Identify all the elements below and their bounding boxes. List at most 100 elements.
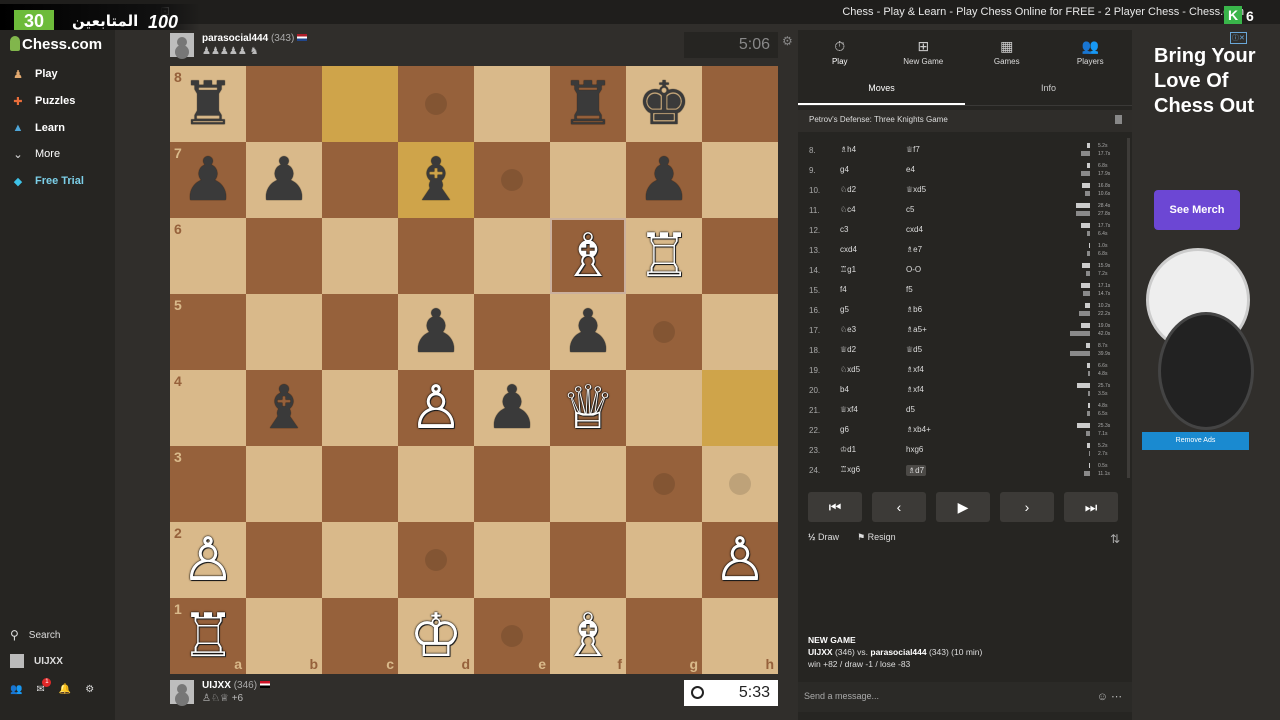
piece-f6[interactable]: ♗	[550, 218, 626, 294]
subtab-moves[interactable]: Moves	[798, 78, 965, 105]
square-b8[interactable]	[246, 66, 322, 142]
black-move[interactable]: ♕f7	[906, 145, 920, 154]
draw-button[interactable]: ½ Draw	[808, 532, 839, 543]
board-settings-icon[interactable]: ⚙	[782, 34, 793, 48]
square-h7[interactable]	[702, 142, 778, 218]
move-hint-dot[interactable]	[653, 321, 675, 343]
white-move[interactable]: g5	[840, 305, 849, 314]
piece-a8[interactable]: ♜	[170, 66, 246, 142]
white-move[interactable]: g4	[840, 165, 849, 174]
black-move[interactable]: ♕d5	[906, 345, 922, 354]
ad-info-icon[interactable]: ⓘ✕	[1230, 32, 1247, 44]
white-move[interactable]: cxd4	[840, 245, 857, 254]
piece-a1[interactable]: ♖	[170, 598, 246, 674]
trash-icon[interactable]	[1115, 115, 1122, 124]
piece-d1[interactable]: ♔	[398, 598, 474, 674]
black-move[interactable]: O-O	[906, 265, 921, 274]
prev-move-button[interactable]: ‹	[872, 492, 926, 522]
black-move[interactable]: ♗xb4+	[906, 425, 931, 434]
chesscom-logo[interactable]: Chess.com	[10, 36, 102, 53]
square-e5[interactable]	[474, 294, 550, 370]
black-move[interactable]: ♗d7	[906, 465, 927, 476]
square-c3[interactable]	[322, 446, 398, 522]
square-b1[interactable]: b	[246, 598, 322, 674]
subtab-info[interactable]: Info	[965, 78, 1132, 105]
piece-f8[interactable]: ♜	[550, 66, 626, 142]
piece-b4[interactable]: ♝	[246, 370, 322, 446]
square-h8[interactable]	[702, 66, 778, 142]
square-c2[interactable]	[322, 522, 398, 598]
sidebar-item-puzzles[interactable]: ✚ Puzzles	[10, 91, 75, 111]
white-move[interactable]: ♖xg6	[840, 465, 860, 474]
settings-gear-icon[interactable]: ⚙	[85, 684, 94, 695]
black-move[interactable]: d5	[906, 405, 915, 414]
last-move-button[interactable]: ⏭	[1064, 492, 1118, 522]
square-c6[interactable]	[322, 218, 398, 294]
black-move[interactable]: ♕xd5	[906, 185, 926, 194]
piece-f4[interactable]: ♕	[550, 370, 626, 446]
bottom-player-avatar[interactable]	[170, 680, 194, 704]
bottom-player-name-line[interactable]: UIJXX (346)	[202, 680, 270, 691]
flip-board-icon[interactable]: ⇅	[1110, 532, 1120, 546]
tab-new-game[interactable]: ⊞ New Game	[882, 30, 966, 70]
white-move[interactable]: ♘xd5	[840, 365, 860, 374]
square-b5[interactable]	[246, 294, 322, 370]
top-player-name[interactable]: parasocial444	[202, 33, 268, 44]
black-move[interactable]: ♗b6	[906, 305, 922, 314]
top-player-name-line[interactable]: parasocial444 (343)	[202, 33, 308, 44]
move-hint-dot[interactable]	[501, 169, 523, 191]
square-a6[interactable]: 6	[170, 218, 246, 294]
white-move[interactable]: f4	[840, 285, 847, 294]
square-c8[interactable]	[322, 66, 398, 142]
emoji-icon[interactable]: ☺	[1097, 691, 1108, 703]
white-move[interactable]: ♖g1	[840, 265, 856, 274]
square-c5[interactable]	[322, 294, 398, 370]
white-move[interactable]: ♘d2	[840, 185, 856, 194]
square-f3[interactable]	[550, 446, 626, 522]
piece-g6[interactable]: ♖	[626, 218, 702, 294]
black-move[interactable]: hxg6	[906, 445, 923, 454]
square-a4[interactable]: 4	[170, 370, 246, 446]
black-move[interactable]: e4	[906, 165, 915, 174]
sidebar-search[interactable]: ⚲ Search	[10, 628, 60, 642]
tab-play[interactable]: ⏱ Play	[798, 30, 882, 70]
piece-d4[interactable]: ♙	[398, 370, 474, 446]
white-move[interactable]: ♔d1	[840, 445, 856, 454]
new-game-player1[interactable]: UIJXX	[808, 647, 833, 657]
more-icon[interactable]: ⋯	[1111, 691, 1122, 703]
move-hint-dot[interactable]	[501, 625, 523, 647]
square-a3[interactable]: 3	[170, 446, 246, 522]
square-a5[interactable]: 5	[170, 294, 246, 370]
square-h5[interactable]	[702, 294, 778, 370]
piece-d7[interactable]: ♝	[398, 142, 474, 218]
bottom-player-name[interactable]: UIJXX	[202, 680, 231, 691]
square-d3[interactable]	[398, 446, 474, 522]
square-c7[interactable]	[322, 142, 398, 218]
square-c4[interactable]	[322, 370, 398, 446]
square-e8[interactable]	[474, 66, 550, 142]
piece-g7[interactable]: ♟	[626, 142, 702, 218]
see-merch-button[interactable]: See Merch	[1154, 190, 1240, 230]
tab-games[interactable]: ▦ Games	[965, 30, 1049, 70]
chess-board[interactable]: 8 7 6 5 4 3 2 1 a b c d e f g h ♜ ♜ ♚ ♟ ♟ ♝ ♟ ♗ ♖ ♟ ♟ ♝ ♙ ♟ ♕ ♙ ♙ ♖ ♔ ♗	[170, 66, 778, 674]
sidebar-user[interactable]: UIJXX	[10, 654, 63, 668]
square-f2[interactable]	[550, 522, 626, 598]
remove-ads-button[interactable]: Remove Ads	[1142, 432, 1249, 450]
black-move[interactable]: cxd4	[906, 225, 923, 234]
move-hint-dot[interactable]	[729, 473, 751, 495]
mail-icon[interactable]: ✉ 1	[36, 678, 52, 695]
move-hint-dot[interactable]	[425, 549, 447, 571]
white-move[interactable]: b4	[840, 385, 849, 394]
tab-players[interactable]: 👥 Players	[1049, 30, 1133, 70]
opening-name[interactable]: Petrov's Defense: Three Knights Game	[809, 115, 948, 124]
white-move[interactable]: ♘c4	[840, 205, 856, 214]
black-move[interactable]: ♗a5+	[906, 325, 927, 334]
bell-icon[interactable]: 🔔	[59, 684, 71, 695]
piece-d5[interactable]: ♟	[398, 294, 474, 370]
white-move[interactable]: ♘e3	[840, 325, 856, 334]
square-b3[interactable]	[246, 446, 322, 522]
square-d6[interactable]	[398, 218, 474, 294]
square-b2[interactable]	[246, 522, 322, 598]
play-button[interactable]: ▶	[936, 492, 990, 522]
move-list-scrollbar[interactable]	[1127, 138, 1130, 478]
